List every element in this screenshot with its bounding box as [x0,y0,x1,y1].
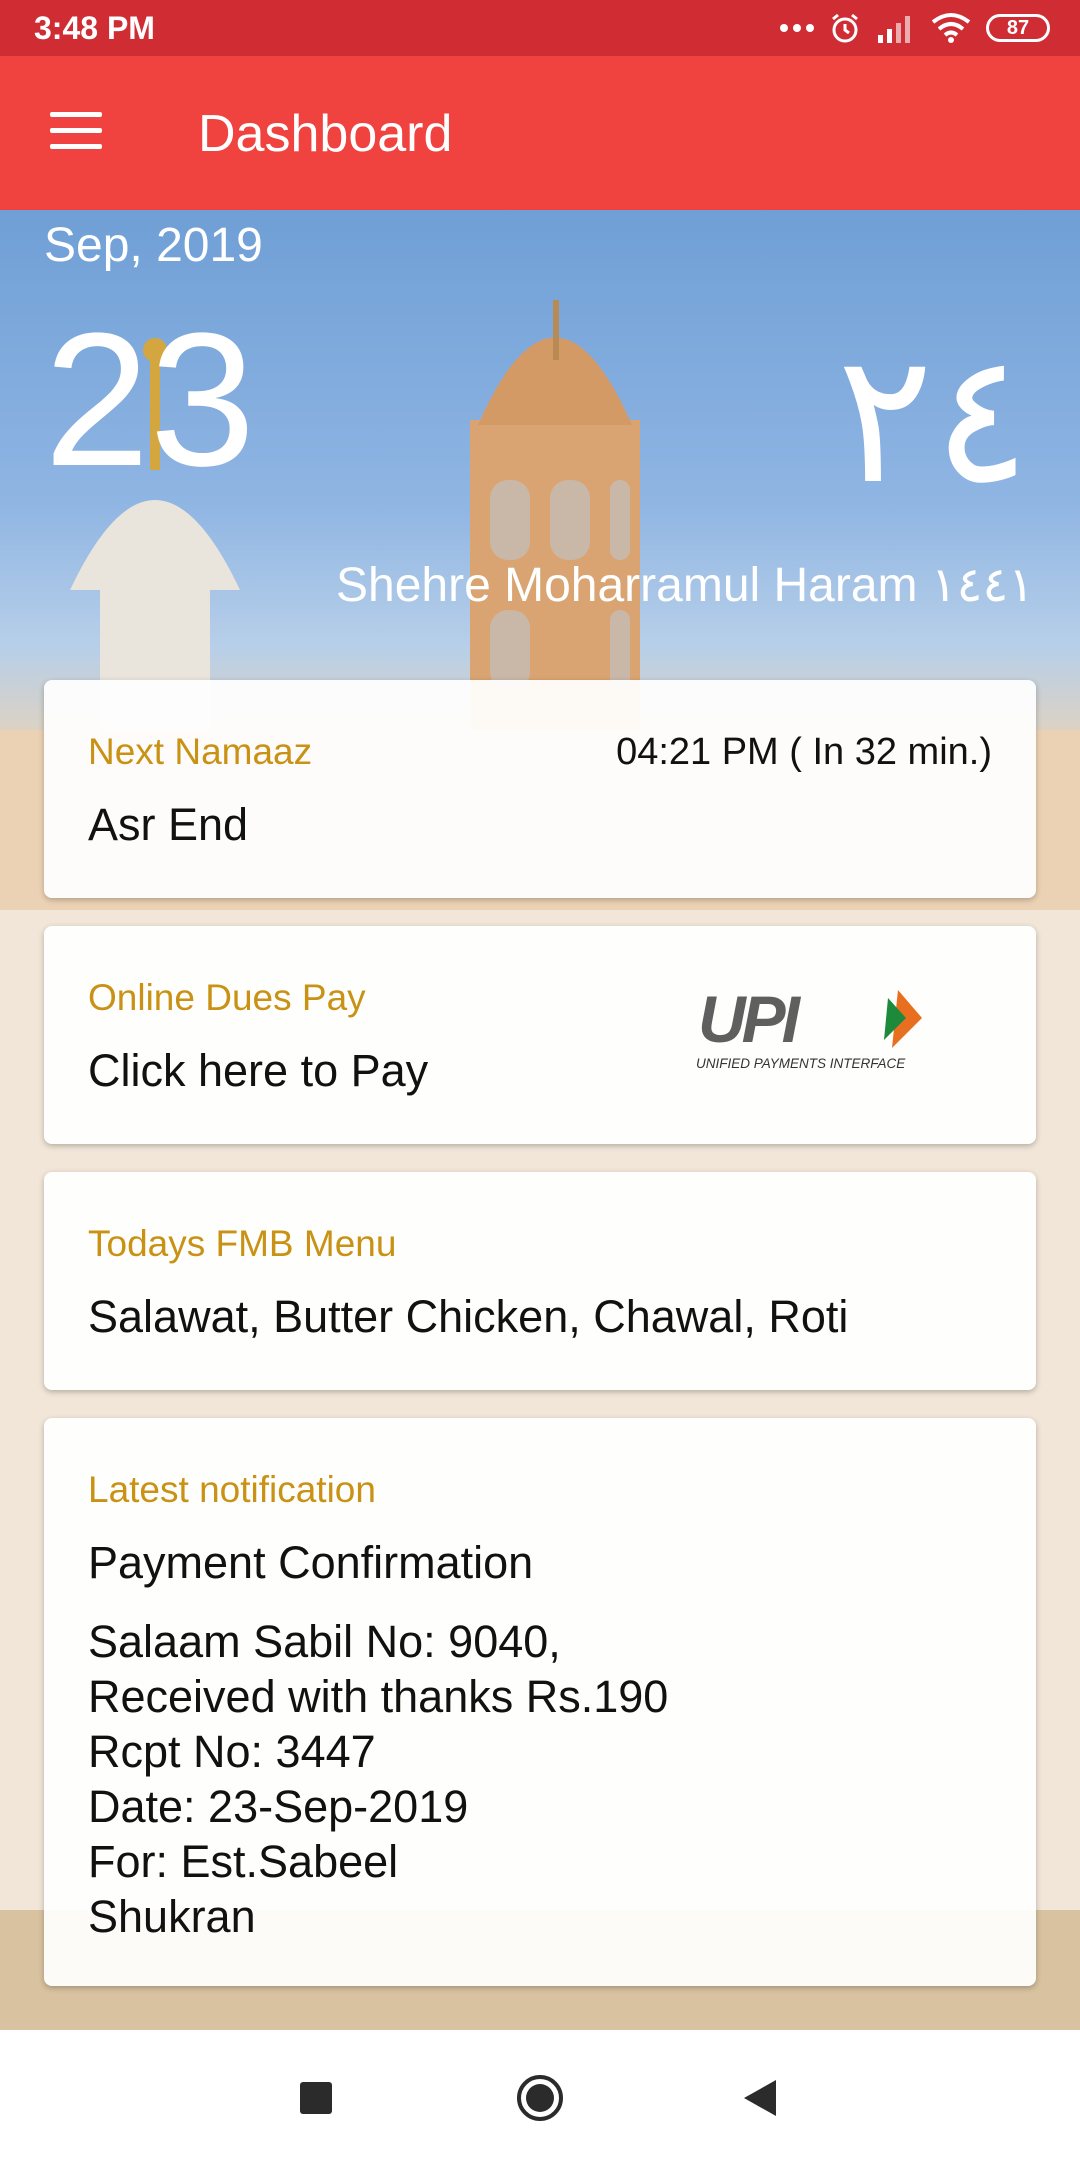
hijri-day: ٢٤ [836,315,1030,524]
alarm-icon [832,13,858,43]
more-dots-icon [780,24,814,32]
battery-icon: 87 [986,14,1050,42]
upi-logo: UPI UNIFIED PAYMENTS INTERFACE [696,984,922,1071]
notification-line: Date: 23-Sep-2019 [88,1781,469,1832]
next-namaaz-time: 04:21 PM ( In 32 min.) [616,731,992,773]
status-icons: 87 [780,8,1050,48]
next-namaaz-value: Asr End [88,799,249,850]
notification-label: Latest notification [88,1469,376,1510]
online-dues-pay-card[interactable]: Online Dues Pay Click here to Pay UPI UN… [44,926,1036,1144]
system-nav-bar [0,2030,1080,2160]
notification-line: Shukran [88,1891,256,1942]
back-triangle-icon[interactable] [742,2078,778,2118]
notification-line: Received with thanks Rs.190 [88,1671,669,1722]
status-time: 3:48 PM [34,10,155,46]
app-bar: Dashboard [0,56,1080,210]
notification-line: For: Est.Sabeel [88,1836,399,1887]
upi-logo-text: UPI [698,984,802,1056]
gregorian-month-year: Sep, 2019 [44,219,263,272]
status-bar: 3:48 PM 87 [0,0,1080,56]
upi-logo-subtext: UNIFIED PAYMENTS INTERFACE [696,1056,906,1071]
home-circle-icon[interactable] [516,2074,564,2122]
notification-title: Payment Confirmation [88,1537,534,1588]
latest-notification-card[interactable]: Latest notification Payment Confirmation… [44,1418,1036,1986]
recents-square-icon[interactable] [300,2082,332,2114]
click-to-pay-link[interactable]: Click here to Pay [88,1044,428,1098]
next-namaaz-card[interactable]: Next Namaaz 04:21 PM ( In 32 min.) Asr E… [44,680,1036,898]
gregorian-day: 23 [44,294,256,506]
next-namaaz-label: Next Namaaz [88,731,313,772]
page-title: Dashboard [198,105,453,163]
fmb-menu-label: Todays FMB Menu [88,1223,397,1264]
fmb-menu-value: Salawat, Butter Chicken, Chawal, Roti [88,1291,849,1342]
notification-line: Salaam Sabil No: 9040, [88,1616,561,1667]
hamburger-menu-icon[interactable] [50,112,104,152]
notification-line: Rcpt No: 3447 [88,1726,376,1777]
notification-body: Salaam Sabil No: 9040, Received with tha… [88,1614,668,1944]
signal-icon [878,16,910,43]
hijri-month-year: Shehre Moharramul Haram ١٤٤١ [335,559,1034,612]
wifi-icon [931,13,971,43]
online-dues-label: Online Dues Pay [88,977,366,1018]
fmb-menu-card[interactable]: Todays FMB Menu Salawat, Butter Chicken,… [44,1172,1036,1390]
